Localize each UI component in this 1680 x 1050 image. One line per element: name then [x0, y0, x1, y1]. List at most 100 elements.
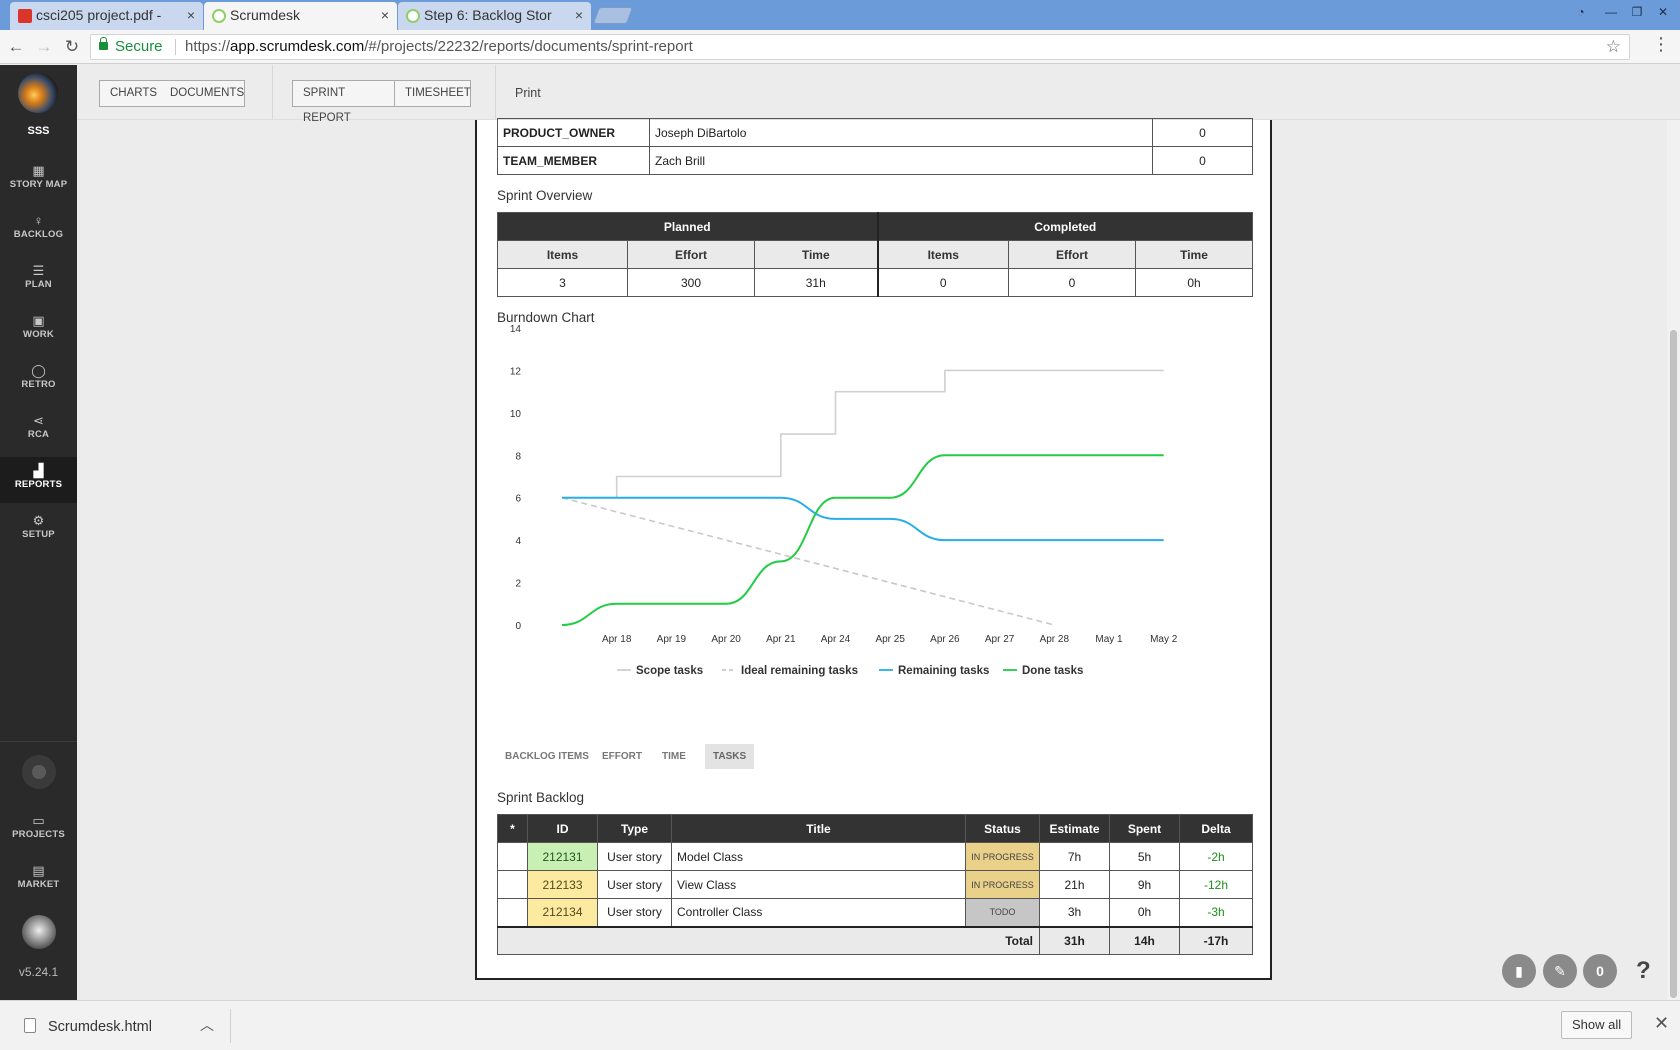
legend-label: Done tasks: [1022, 665, 1083, 677]
legend-label: Scope tasks: [636, 665, 703, 677]
mode-toggle-icon[interactable]: [22, 755, 56, 789]
chart-tab-tasks[interactable]: TASKS: [705, 744, 755, 769]
table-row[interactable]: 212131 User story Model Class IN PROGRES…: [497, 842, 1253, 871]
x-tick-label: Apr 24: [821, 634, 851, 645]
team-member-name: Joseph DiBartolo: [649, 118, 1153, 147]
sidebar-item-backlog[interactable]: ♀ BACKLOG: [0, 207, 77, 253]
sidebar-item-work[interactable]: ▣ WORK: [0, 307, 77, 353]
item-title[interactable]: Model Class: [671, 842, 966, 871]
download-file-name: Scrumdesk.html: [48, 1019, 152, 1035]
grid-icon: ▦: [32, 163, 45, 178]
team-count: 0: [1152, 146, 1253, 175]
window-close-icon[interactable]: ✕: [1652, 3, 1674, 21]
sidebar-item-projects[interactable]: ▭ PROJECTS: [0, 807, 77, 853]
planned-time-value: 31h: [754, 268, 878, 297]
help-icon[interactable]: ?: [1636, 954, 1660, 988]
file-icon: [24, 1018, 36, 1033]
x-tick-label: Apr 25: [875, 634, 905, 645]
app-version: v5.24.1: [18, 965, 59, 979]
table-row: Items Effort Time Items Effort Time: [497, 240, 1253, 269]
back-icon[interactable]: ←: [4, 35, 28, 59]
chart-tab-time[interactable]: TIME: [654, 744, 694, 769]
x-tick-label: May 2: [1150, 634, 1178, 645]
tab-title: Step 6: Backlog Stor: [424, 7, 552, 23]
table-row[interactable]: 212134 User story Controller Class TODO …: [497, 898, 1253, 927]
completed-items-value: 0: [876, 268, 1009, 297]
briefcase-icon: ▣: [32, 313, 45, 328]
timesheet-button[interactable]: TIMESHEET: [395, 80, 471, 107]
close-icon[interactable]: ×: [381, 2, 389, 29]
sidebar-item-plan[interactable]: ☰ PLAN: [0, 257, 77, 303]
item-id[interactable]: 212134: [527, 898, 598, 927]
item-id[interactable]: 212131: [527, 842, 598, 871]
table-row[interactable]: 212133 User story View Class IN PROGRESS…: [497, 870, 1253, 899]
chart-tab-backlog-items[interactable]: BACKLOG ITEMS: [497, 744, 597, 769]
y-tick-label: 12: [510, 366, 522, 377]
show-all-button[interactable]: Show all: [1561, 1011, 1633, 1039]
item-estimate: 3h: [1039, 898, 1110, 927]
close-icon[interactable]: ×: [575, 2, 583, 29]
column-header: Title: [671, 814, 966, 843]
avatar[interactable]: [22, 915, 56, 949]
sidebar-item-reports[interactable]: ▟ REPORTS: [0, 457, 77, 503]
item-title[interactable]: View Class: [671, 870, 966, 899]
print-button[interactable]: Print: [515, 80, 541, 107]
documents-button[interactable]: DOCUMENTS: [160, 80, 245, 107]
status-badge: TODO: [965, 898, 1040, 927]
chart-tab-effort[interactable]: EFFORT: [594, 744, 650, 769]
charts-button[interactable]: CHARTS: [99, 80, 169, 107]
close-icon[interactable]: ✕: [1654, 1013, 1669, 1034]
table-row: PRODUCT_OWNER Joseph DiBartolo 0: [497, 118, 1253, 147]
tag-icon[interactable]: ▮: [1502, 954, 1536, 988]
sidebar-item-retro[interactable]: ◯ RETRO: [0, 357, 77, 403]
project-code: SSS: [27, 125, 50, 137]
column-header: Effort: [627, 240, 755, 269]
forward-icon[interactable]: →: [32, 35, 56, 59]
scrumdesk-favicon-icon: [212, 9, 226, 23]
sidebar-item-setup[interactable]: ⚙ SETUP: [0, 507, 77, 553]
url-divider: [175, 39, 176, 55]
download-item[interactable]: Scrumdesk.html: [24, 1018, 152, 1035]
app-sidebar: SSS ▦ STORY MAP ♀ BACKLOG ☰ PLAN ▣ WORK …: [0, 65, 77, 1000]
new-tab-button[interactable]: [592, 7, 634, 24]
row-marker: [497, 842, 528, 871]
scrollbar-thumb[interactable]: [1670, 330, 1677, 998]
browser-menu-icon[interactable]: ⋮: [1652, 34, 1670, 55]
sidebar-item-label: PROJECTS: [12, 829, 65, 840]
sprint-report-document: PRODUCT_OWNER Joseph DiBartolo 0 TEAM_ME…: [475, 118, 1272, 980]
pencil-icon[interactable]: ✎: [1543, 954, 1577, 988]
restore-icon[interactable]: ❐: [1626, 3, 1648, 21]
y-tick-label: 14: [510, 324, 522, 335]
item-id[interactable]: 212133: [527, 870, 598, 899]
url-text[interactable]: https://app.scrumdesk.com/#/projects/222…: [185, 35, 693, 59]
column-header: Type: [597, 814, 672, 843]
planned-items-value: 3: [497, 268, 628, 297]
close-icon[interactable]: ×: [187, 2, 195, 29]
address-bar[interactable]: Secure https://app.scrumdesk.com/#/proje…: [90, 34, 1630, 60]
user-icon[interactable]: ◔: [1570, 3, 1592, 21]
sprint-backlog-table: * ID Type Title Status Estimate Spent De…: [497, 814, 1253, 955]
y-tick-label: 6: [515, 494, 521, 505]
browser-tab-backlog[interactable]: Step 6: Backlog Stor ×: [398, 2, 591, 30]
browser-tab-scrumdesk[interactable]: Scrumdesk ×: [204, 2, 397, 30]
item-estimate: 21h: [1039, 870, 1110, 899]
notification-count-button[interactable]: 0: [1583, 954, 1617, 988]
browser-tab-pdf[interactable]: csci205 project.pdf - ×: [10, 2, 203, 30]
sidebar-item-rca[interactable]: ⋖ RCA: [0, 407, 77, 453]
project-logo[interactable]: [18, 73, 58, 113]
sidebar-item-story-map[interactable]: ▦ STORY MAP: [0, 157, 77, 203]
bookmark-star-icon[interactable]: ☆: [1606, 35, 1621, 59]
minimize-icon[interactable]: —: [1600, 3, 1622, 21]
folder-icon: ▭: [32, 813, 45, 828]
item-spent: 0h: [1109, 898, 1180, 927]
x-tick-label: Apr 27: [985, 634, 1015, 645]
y-tick-label: 10: [510, 409, 522, 420]
page-scrollbar[interactable]: [1667, 120, 1680, 1000]
item-title[interactable]: Controller Class: [671, 898, 966, 927]
chevron-up-icon[interactable]: ︿: [200, 1015, 214, 1035]
column-header: Time: [754, 240, 878, 269]
y-tick-label: 4: [515, 536, 521, 547]
sidebar-item-market[interactable]: ▤ MARKET: [0, 857, 77, 903]
sprint-report-button[interactable]: SPRINT REPORT: [292, 80, 395, 124]
reload-icon[interactable]: ↻: [60, 35, 84, 59]
